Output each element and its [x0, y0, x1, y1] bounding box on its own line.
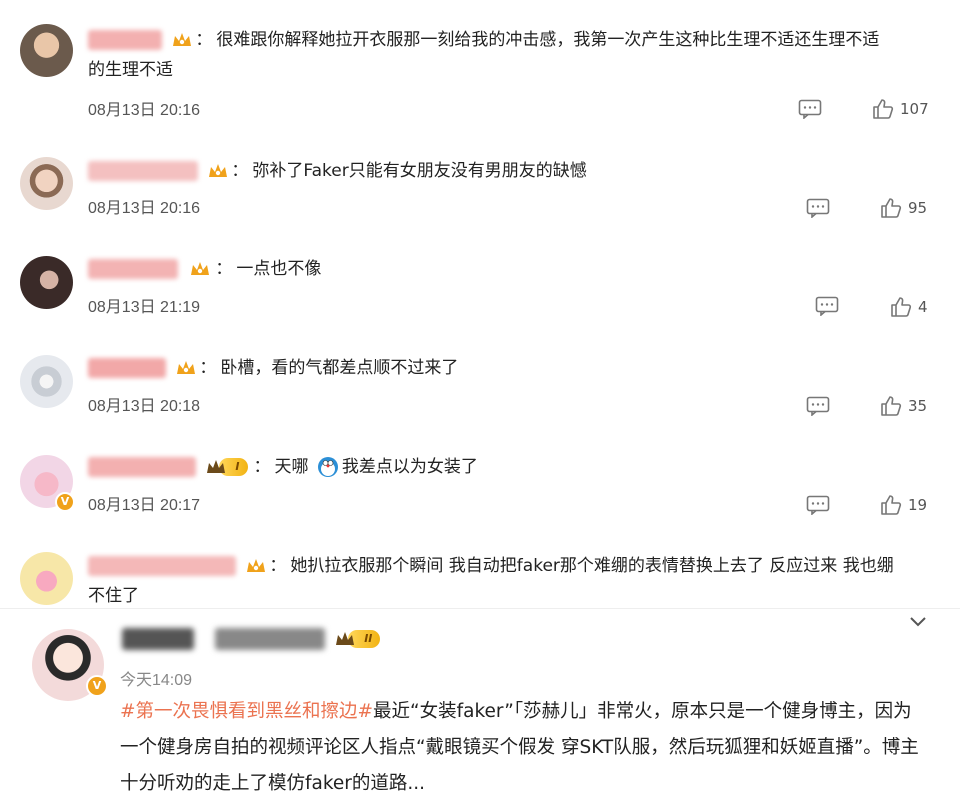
comment-icon[interactable]: [806, 198, 830, 218]
comment-text: 一点也不像: [236, 259, 322, 279]
username[interactable]: [88, 556, 236, 576]
comment-text-cont: 不住了: [88, 586, 139, 606]
username-suffix: [215, 628, 326, 650]
comment-time: 08月13日 20:16: [88, 102, 201, 119]
like-button[interactable]: 107: [872, 98, 929, 120]
comment-time: 08月13日 21:19: [88, 299, 201, 316]
avatar[interactable]: [20, 24, 73, 77]
rank-badge: I: [205, 457, 248, 477]
crown-icon: [207, 460, 226, 473]
thumbs-up-icon: [881, 495, 902, 515]
username[interactable]: [122, 628, 194, 650]
post-time: 今天14:09: [120, 672, 193, 689]
comment-time: 08月13日 20:17: [88, 497, 201, 514]
thumbs-up-icon: [891, 297, 912, 317]
avatar[interactable]: [20, 256, 73, 309]
comment-icon[interactable]: [798, 99, 822, 119]
comment-icon[interactable]: [806, 396, 830, 416]
post-author[interactable]: II: [122, 628, 386, 650]
comment-icon[interactable]: [806, 495, 830, 515]
comment-time: 08月13日 20:16: [88, 200, 201, 217]
verified-badge-icon: V: [86, 675, 108, 697]
username[interactable]: [88, 457, 196, 477]
crown-icon: [336, 632, 355, 645]
crown-icon: [209, 164, 228, 177]
avatar[interactable]: [20, 157, 73, 210]
crown-icon: [247, 559, 266, 572]
like-button[interactable]: 19: [880, 494, 927, 516]
comment-text-cont: 的生理不适: [88, 60, 173, 80]
username[interactable]: [88, 161, 198, 181]
username[interactable]: [88, 30, 162, 50]
hashtag-link[interactable]: #第一次畏惧看到黑丝和擦边#: [120, 701, 373, 722]
comment-text: 很难跟你解释她拉开衣服那一刻给我的冲击感，我第一次产生这种比生理不适还生理不适: [216, 30, 880, 50]
verified-badge-icon: V: [55, 492, 75, 512]
thumbs-up-icon: [881, 198, 902, 218]
comment-text-cont: 我差点以为女装了: [341, 457, 478, 477]
username[interactable]: [88, 358, 166, 378]
post-text: #第一次畏惧看到黑丝和擦边#最近“女装faker”「莎赫儿」非常火，原本只是一个…: [120, 694, 930, 801]
crown-icon: [173, 33, 192, 46]
comment-text: 卧槽，看的气都差点顺不过来了: [220, 358, 459, 378]
crown-icon: [177, 361, 196, 374]
thumbs-up-icon: [873, 99, 894, 119]
like-button[interactable]: 4: [890, 296, 928, 318]
like-count: 35: [908, 397, 928, 415]
doraemon-emoji-icon: [317, 457, 338, 477]
username[interactable]: [88, 259, 178, 279]
like-count: 107: [900, 100, 929, 118]
avatar[interactable]: [20, 552, 73, 605]
like-button[interactable]: 95: [880, 197, 927, 219]
like-count: 4: [918, 298, 928, 316]
comment-time: 08月13日 20:18: [88, 398, 201, 415]
rank-badge: II: [334, 629, 381, 649]
comment-icon[interactable]: [815, 296, 839, 316]
like-count: 19: [908, 496, 928, 514]
comment-text: 弥补了Faker只能有女朋友没有男朋友的缺憾: [252, 161, 587, 181]
thumbs-up-icon: [881, 396, 902, 416]
comment-text: 她扒拉衣服那个瞬间 我自动把faker那个难绷的表情替换上去了 反应过来 我也绷: [290, 556, 894, 576]
like-count: 95: [908, 199, 928, 217]
comment-text: 天哪: [274, 457, 309, 477]
avatar[interactable]: [20, 355, 73, 408]
crown-icon: [191, 262, 210, 275]
chevron-down-icon[interactable]: [906, 612, 930, 632]
like-button[interactable]: 35: [880, 395, 927, 417]
